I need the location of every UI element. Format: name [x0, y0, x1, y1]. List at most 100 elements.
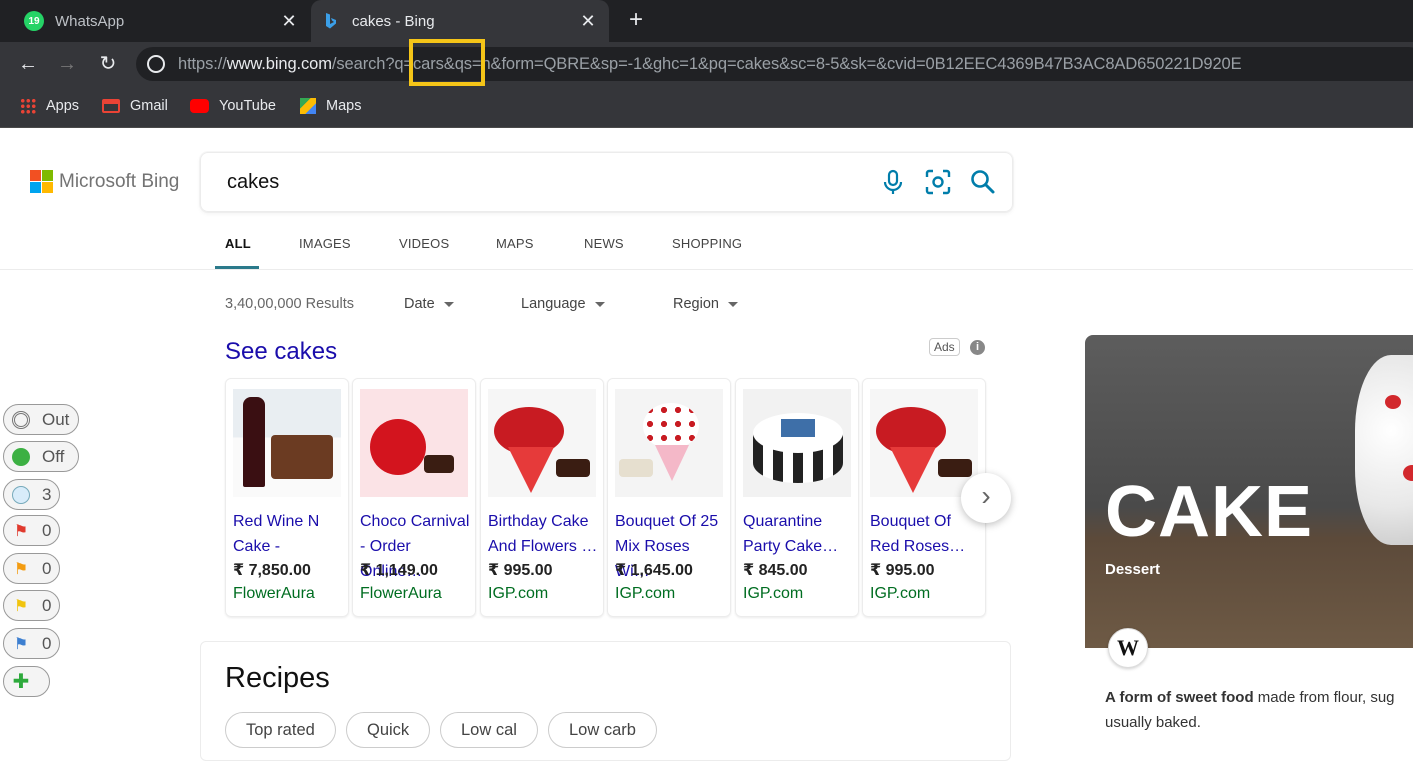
visual-search-icon[interactable] — [923, 167, 953, 197]
close-tab-icon[interactable]: ✕ — [276, 11, 302, 32]
widget-label: 0 — [42, 520, 52, 540]
filter-date[interactable]: Date — [404, 296, 454, 312]
chip-low-carb[interactable]: Low carb — [548, 712, 657, 748]
bing-logo[interactable]: Microsoft Bing — [30, 170, 179, 193]
filter-language[interactable]: Language — [521, 296, 605, 312]
widget-label: Off — [42, 446, 65, 466]
bookmark-label: Gmail — [130, 98, 168, 114]
filter-label: Region — [673, 296, 719, 312]
apps-grid-icon — [20, 98, 36, 114]
tab-whatsapp[interactable]: 19 WhatsApp ✕ — [14, 0, 310, 42]
tab-news[interactable]: NEWS — [584, 236, 624, 251]
info-icon[interactable]: i — [970, 340, 985, 355]
yellow-flag-counter[interactable]: ⚑ 0 — [3, 590, 60, 621]
url-highlight-box — [409, 39, 485, 86]
product-price: ₹ 995.00 — [870, 562, 935, 579]
bookmark-apps[interactable]: Apps — [20, 96, 79, 116]
globe-icon — [147, 55, 165, 73]
product-title[interactable]: Red Wine N Cake - — [233, 509, 345, 559]
next-carousel-button[interactable]: › — [961, 473, 1011, 523]
blue-flag-counter[interactable]: ⚑ 0 — [3, 628, 60, 659]
tab-maps[interactable]: MAPS — [496, 236, 534, 251]
product-price: ₹ 7,850.00 — [233, 562, 311, 579]
tab-images[interactable]: IMAGES — [299, 236, 351, 251]
tab-all[interactable]: ALL — [225, 236, 251, 251]
reload-icon[interactable]: ↻ — [94, 50, 122, 78]
product-card[interactable]: Quarantine Party Cake… ₹ 845.00 IGP.com — [735, 378, 859, 617]
see-cakes-heading[interactable]: See cakes — [225, 338, 337, 366]
product-source: FlowerAura — [360, 585, 442, 602]
add-button[interactable]: ✚ — [3, 666, 50, 697]
bookmarks-bar: Apps Gmail YouTube Maps — [0, 86, 1413, 128]
orange-flag-counter[interactable]: ⚑ 0 — [3, 553, 60, 584]
cake-hero-image: CAKE Dessert — [1085, 335, 1413, 648]
kp-description: A form of sweet food made from flour, su… — [1105, 685, 1413, 735]
widget-label: 0 — [42, 633, 52, 653]
target-icon — [12, 410, 30, 429]
product-source: IGP.com — [488, 585, 549, 602]
chip-quick[interactable]: Quick — [346, 712, 431, 748]
kp-title: CAKE — [1105, 472, 1314, 552]
ads-label: Ads — [929, 338, 960, 356]
new-tab-button[interactable]: + — [622, 6, 650, 34]
filter-label: Date — [404, 296, 435, 312]
search-icon[interactable] — [968, 167, 998, 197]
forward-arrow-icon[interactable]: → — [53, 50, 81, 78]
product-title[interactable]: Birthday Cake And Flowers … — [488, 509, 600, 559]
results-count: 3,40,00,000 Results — [225, 296, 354, 312]
kp-subtitle: Dessert — [1105, 561, 1161, 578]
tab-title: cakes - Bing — [352, 12, 435, 30]
recipes-heading: Recipes — [225, 662, 330, 694]
product-card[interactable]: Bouquet Of 25 Mix Roses Wi… ₹ 1,645.00 I… — [607, 378, 731, 617]
tab-bing[interactable]: cakes - Bing ✕ — [311, 0, 609, 42]
back-arrow-icon[interactable]: ← — [14, 50, 42, 78]
pavlova-image — [1355, 355, 1413, 545]
bookmark-maps[interactable]: Maps — [300, 96, 361, 116]
caret-down-icon — [727, 301, 738, 307]
strawberry-image — [1385, 395, 1401, 409]
brand-name: Microsoft Bing — [59, 170, 180, 192]
bookmark-gmail[interactable]: Gmail — [102, 96, 168, 116]
gmail-icon — [102, 99, 120, 113]
search-scope-tabs: ALL IMAGES VIDEOS MAPS NEWS SHOPPING — [0, 225, 1413, 270]
product-title[interactable]: Bouquet Of Red Roses… — [870, 509, 982, 559]
red-flag-counter[interactable]: ⚑ 0 — [3, 515, 60, 546]
filter-label: Language — [521, 296, 586, 312]
recipes-panel: Recipes Top rated Quick Low cal Low carb — [200, 641, 1011, 761]
product-image — [360, 389, 468, 497]
tab-videos[interactable]: VIDEOS — [399, 236, 449, 251]
microphone-icon[interactable] — [878, 167, 908, 197]
close-tab-icon[interactable]: ✕ — [575, 11, 601, 32]
out-toggle[interactable]: Out — [3, 404, 79, 435]
tab-strip: 19 WhatsApp ✕ cakes - Bing ✕ + — [0, 0, 1413, 42]
off-toggle[interactable]: Off — [3, 441, 79, 472]
product-card[interactable]: Red Wine N Cake - ₹ 7,850.00 FlowerAura — [225, 378, 349, 617]
product-price: ₹ 845.00 — [743, 562, 808, 579]
product-price: ₹ 995.00 — [488, 562, 553, 579]
red-flag-icon: ⚑ — [13, 522, 29, 540]
chip-top-rated[interactable]: Top rated — [225, 712, 336, 748]
blue-flag-icon: ⚑ — [13, 635, 29, 653]
bookmark-label: Apps — [46, 98, 80, 114]
orange-flag-icon: ⚑ — [13, 560, 29, 578]
tab-shopping[interactable]: SHOPPING — [672, 236, 742, 251]
product-title[interactable]: Quarantine Party Cake… — [743, 509, 855, 559]
product-card[interactable]: Choco Carnival - Order Online… ₹ 1,149.0… — [352, 378, 476, 617]
yellow-flag-icon: ⚑ — [13, 597, 29, 615]
search-input[interactable]: cakes — [227, 171, 279, 194]
maps-icon — [300, 98, 316, 114]
product-source: IGP.com — [743, 585, 804, 602]
filter-region[interactable]: Region — [673, 296, 738, 312]
caret-down-icon — [594, 301, 605, 307]
ideas-counter[interactable]: 3 — [3, 479, 60, 510]
url-text[interactable]: https://www.bing.com/search?q=cars&qs=n&… — [178, 55, 1242, 74]
tab-title: WhatsApp — [55, 12, 125, 30]
youtube-icon — [190, 99, 209, 113]
product-image — [870, 389, 978, 497]
address-bar[interactable]: https://www.bing.com/search?q=cars&qs=n&… — [136, 47, 1413, 81]
bookmark-youtube[interactable]: YouTube — [190, 96, 276, 116]
wikipedia-icon[interactable]: W — [1108, 628, 1148, 668]
chip-low-cal[interactable]: Low cal — [440, 712, 538, 748]
search-box[interactable]: cakes — [200, 152, 1013, 212]
product-card[interactable]: Birthday Cake And Flowers … ₹ 995.00 IGP… — [480, 378, 604, 617]
